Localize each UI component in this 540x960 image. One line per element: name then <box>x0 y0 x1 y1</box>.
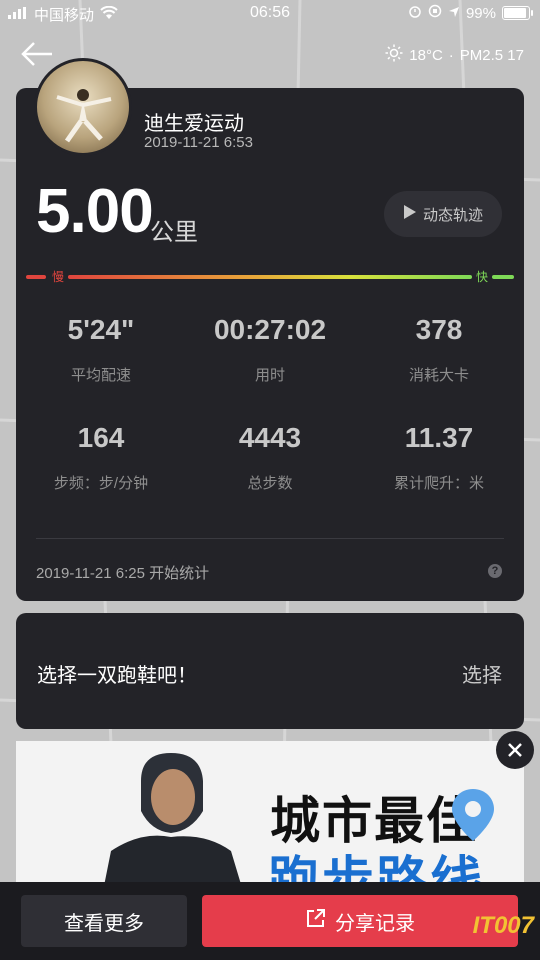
start-statistics-info: 2019-11-21 6:25 开始统计 <box>36 565 210 582</box>
back-arrow-icon <box>21 42 52 66</box>
distance-unit: 公里 <box>150 219 198 246</box>
stat-average-pace: 5'24" 平均配速 <box>16 314 186 385</box>
stat-value: 164 <box>77 422 125 453</box>
battery-percent: 99% <box>465 4 496 22</box>
stat-label: 步频：步/分钟 <box>53 475 149 492</box>
workout-datetime: 2019-11-21 6:53 <box>144 134 253 151</box>
ad-close-button[interactable] <box>496 731 534 769</box>
stat-label: 消耗大卡 <box>408 367 469 384</box>
battery-icon <box>502 6 533 20</box>
status-bar: 中国移动 06:56 99% <box>0 0 540 28</box>
stat-calories: 378 消耗大卡 <box>354 314 524 385</box>
ad-runner-image <box>101 753 246 901</box>
pace-gradient-bar <box>26 275 514 279</box>
air-quality: PM2.5 17 <box>459 46 524 64</box>
shoe-select-button[interactable]: 选择 <box>462 659 502 688</box>
back-button[interactable] <box>20 40 54 68</box>
status-right: 99% <box>408 4 533 22</box>
play-icon <box>403 204 417 224</box>
stat-duration: 00:27:02 用时 <box>185 314 355 385</box>
avatar-figure-icon <box>56 89 112 143</box>
avatar[interactable] <box>34 58 132 156</box>
stat-label: 累计爬升：米 <box>393 475 484 492</box>
user-name: 迪生爱运动 <box>144 113 244 135</box>
card-divider <box>36 538 504 539</box>
pace-fast-label: 快 <box>476 270 489 284</box>
watermark-logo: IT007 <box>472 912 534 939</box>
distance-value: 5.00 <box>36 177 154 246</box>
stat-value: 11.37 <box>404 422 474 453</box>
stat-label: 总步数 <box>247 475 293 492</box>
close-icon <box>508 743 522 757</box>
help-icon[interactable]: ? <box>488 564 502 578</box>
weather-info: 18°C · PM2.5 17 <box>385 44 524 66</box>
track-replay-label: 动态轨迹 <box>422 206 483 224</box>
share-icon <box>305 907 327 935</box>
sun-icon <box>385 44 403 66</box>
ad-banner[interactable]: 城市最佳 跑步路线 <box>16 741 524 901</box>
view-more-label: 查看更多 <box>64 912 144 935</box>
shoe-prompt: 选择一双跑鞋吧！ <box>37 665 197 687</box>
stat-value: 00:27:02 <box>213 314 327 345</box>
stat-label: 用时 <box>254 367 285 384</box>
temperature: 18°C <box>409 46 443 64</box>
weather-separator: · <box>448 46 454 64</box>
stat-value: 378 <box>415 314 463 345</box>
share-record-label: 分享记录 <box>335 912 415 935</box>
stat-elevation-gain: 11.37 累计爬升：米 <box>354 422 524 493</box>
stat-total-steps: 4443 总步数 <box>185 422 355 493</box>
location-arrow-icon <box>448 5 460 22</box>
alarm-icon <box>408 4 422 22</box>
stat-value: 5'24" <box>67 314 135 345</box>
pace-slow-label: 慢 <box>52 270 65 284</box>
shoe-selection-card[interactable]: 选择一双跑鞋吧！ 选择 <box>16 613 524 729</box>
stat-cadence: 164 步频：步/分钟 <box>16 422 186 493</box>
stat-value: 4443 <box>238 422 302 453</box>
bottom-action-bar: 查看更多 分享记录 <box>0 882 540 960</box>
track-replay-button[interactable]: 动态轨迹 <box>384 191 502 237</box>
stat-label: 平均配速 <box>70 367 131 384</box>
view-more-button[interactable]: 查看更多 <box>21 895 187 947</box>
share-record-button[interactable]: 分享记录 <box>202 895 518 947</box>
rotation-lock-icon <box>428 4 442 22</box>
